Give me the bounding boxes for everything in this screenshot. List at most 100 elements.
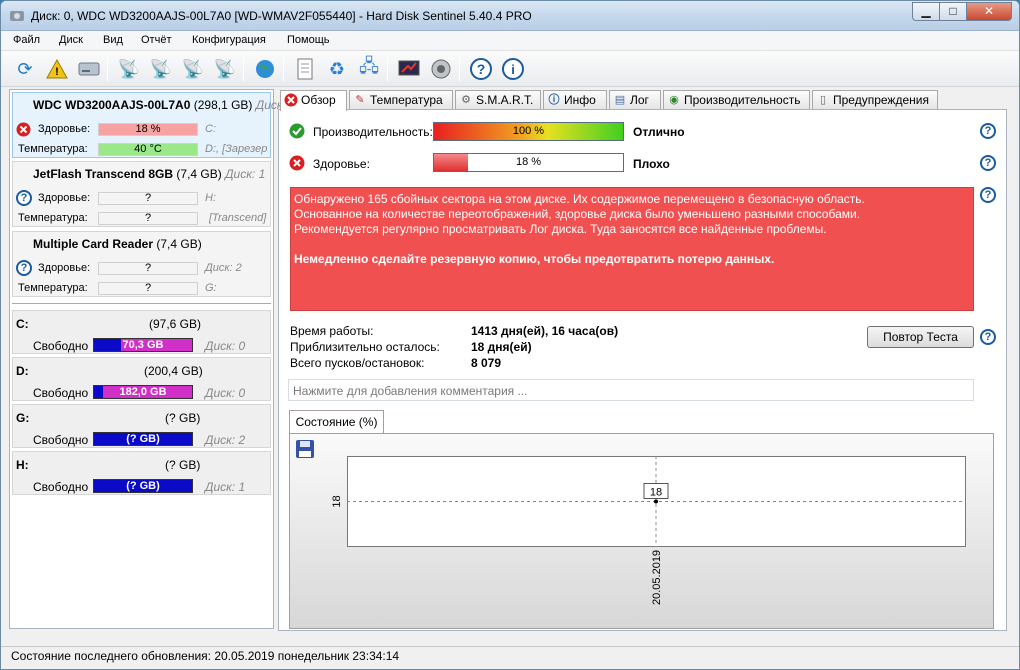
health-label: Здоровье: [38,262,91,274]
disk-tag: Диск: 2 [205,262,242,274]
help-icon[interactable]: ? [467,55,495,83]
y-tick-label: 18 [331,495,343,507]
performance-label: Производительность: [313,125,433,139]
tab-temperature[interactable]: ✎ Температура [349,90,453,110]
health-bar: ? [98,192,198,205]
title-bar: Диск: 0, WDC WD3200AAJS-00L7A0 [WD-WMAV2… [1,1,1019,31]
remaining-value: 18 дня(ей) [471,340,532,354]
x-tick-label: 20.05.2019 [651,550,663,605]
volume-h[interactable]: H: (? GB) Свободно (? GB) Диск: 1 [12,451,271,495]
info-icon: ⓘ [548,94,560,106]
free-space-bar: (? GB) [93,479,193,493]
satellite-dish-check-icon[interactable]: 📡 [179,55,207,83]
temperature-label: Температура: [18,143,88,155]
tab-alerts[interactable]: ▯ Предупреждения [812,90,938,110]
svg-text:i: i [511,62,515,77]
tab-state[interactable]: Состояние (%) [289,410,384,433]
volume-c[interactable]: C: (97,6 GB) Свободно 70,3 GB Диск: 0 [12,310,271,354]
log-icon: ▤ [614,94,626,106]
volume-list: [Transcend] [209,212,267,224]
disk-header: Multiple Card Reader (7,4 GB) [33,237,202,251]
report-icon[interactable] [395,55,423,83]
help-icon[interactable]: ? [980,329,996,345]
disk-header: JetFlash Transcend 8GB (7,4 GB) Диск: 1 [33,167,266,181]
menu-report[interactable]: Отчёт [141,34,171,46]
volume-list: D:, [Зарезер [205,143,268,155]
disk-card-1[interactable]: JetFlash Transcend 8GB (7,4 GB) Диск: 1 … [12,161,271,227]
health-rating: Плохо [633,157,670,171]
unknown-status-icon: ? [16,190,32,206]
hard-disk-icon [10,11,24,21]
menu-file[interactable]: Файл [13,34,40,46]
volume-list: C: [205,123,216,135]
health-bar: 18 % [98,123,198,136]
health-bar: ? [98,262,198,275]
help-icon[interactable]: ? [980,123,996,139]
close-button[interactable]: ✕ [966,2,1012,21]
tab-overview[interactable]: Обзор [280,90,347,111]
refresh-icon[interactable]: ⟳ [11,55,39,83]
sound-icon[interactable] [427,55,455,83]
disk-icon[interactable] [75,55,103,83]
uptime-value: 1413 дня(ей), 16 часа(ов) [471,324,619,338]
disk-list-panel: WDC WD3200AAJS-00L7A0 (298,1 GB) Диск Зд… [9,89,283,629]
help-icon[interactable]: ? [980,155,996,171]
disk-header: WDC WD3200AAJS-00L7A0 (298,1 GB) Диск [33,98,283,112]
starts-label: Всего пусков/остановок: [290,356,425,370]
free-space-bar: 70,3 GB [93,338,193,352]
free-space-bar: (? GB) [93,432,193,446]
document-icon[interactable] [291,55,319,83]
volume-list: H: [205,192,216,204]
volume-list: G: [205,282,217,294]
globe-icon[interactable] [251,55,279,83]
maximize-button[interactable]: □ [939,2,967,21]
menu-view[interactable]: Вид [103,34,123,46]
disk-card-2[interactable]: Multiple Card Reader (7,4 GB) ? Здоровье… [12,231,271,297]
gauge-icon: ◉ [669,94,679,106]
satellite-dish-icon[interactable]: 📡 [211,55,239,83]
unknown-status-icon: ? [16,260,32,276]
health-label: Здоровье: [313,157,370,171]
tab-smart[interactable]: ⚙ S.M.A.R.T. [455,90,541,110]
performance-bar: 100 % [433,122,624,141]
status-bar: Состояние последнего обновления: 20.05.2… [1,646,1019,669]
minimize-button[interactable]: ▁ [912,2,940,21]
starts-value: 8 079 [471,356,502,370]
state-chart: 18 18 20.05.2019 [289,433,994,629]
tab-performance[interactable]: ◉ Производительность [663,90,810,110]
remaining-label: Приблизительно осталось: [290,340,440,354]
warning-icon[interactable]: ! [43,55,71,83]
volume-d[interactable]: D: (200,4 GB) Свободно 182,0 GB Диск: 0 [12,357,271,401]
temperature-bar: ? [98,212,198,225]
info-icon[interactable]: i [499,55,527,83]
alert-document-icon: ▯ [819,94,827,106]
help-icon[interactable]: ? [980,187,996,203]
error-icon [16,122,31,137]
temperature-bar: ? [98,282,198,295]
app-window: Диск: 0, WDC WD3200AAJS-00L7A0 [WD-WMAV2… [0,0,1020,670]
volume-g[interactable]: G: (? GB) Свободно (? GB) Диск: 2 [12,404,271,448]
satellite-dish-icon[interactable]: 📡 [147,55,175,83]
tab-info[interactable]: ⓘ Инфо [543,90,607,110]
window-title: Диск: 0, WDC WD3200AAJS-00L7A0 [WD-WMAV2… [31,9,532,23]
temperature-bar: 40 °C [98,143,198,156]
chart-svg: 18 18 20.05.2019 [331,456,966,605]
comment-input[interactable]: Нажмите для добавления комментария ... [288,379,974,401]
retest-button[interactable]: Повтор Теста [867,326,974,348]
status-text: Состояние последнего обновления: 20.05.2… [11,649,400,663]
smart-icon: ⚙ [461,94,471,106]
check-icon [289,123,305,139]
tab-log[interactable]: ▤ Лог [609,90,661,110]
disk-card-0[interactable]: WDC WD3200AAJS-00L7A0 (298,1 GB) Диск Зд… [12,92,283,158]
menu-disk[interactable]: Диск [59,34,83,46]
temperature-label: Температура: [18,212,88,224]
network-icon[interactable]: 🖧 [355,55,383,83]
menu-help[interactable]: Помощь [287,34,330,46]
health-message: Обнаружено 165 сбойных сектора на этом д… [290,187,974,311]
data-point [654,499,658,504]
thermometer-icon: ✎ [355,94,365,106]
satellite-dish-icon[interactable]: 📡 [115,55,143,83]
menu-config[interactable]: Конфигурация [192,34,266,46]
data-label: 18 [650,487,662,499]
recycle-icon[interactable]: ♻ [323,55,351,83]
